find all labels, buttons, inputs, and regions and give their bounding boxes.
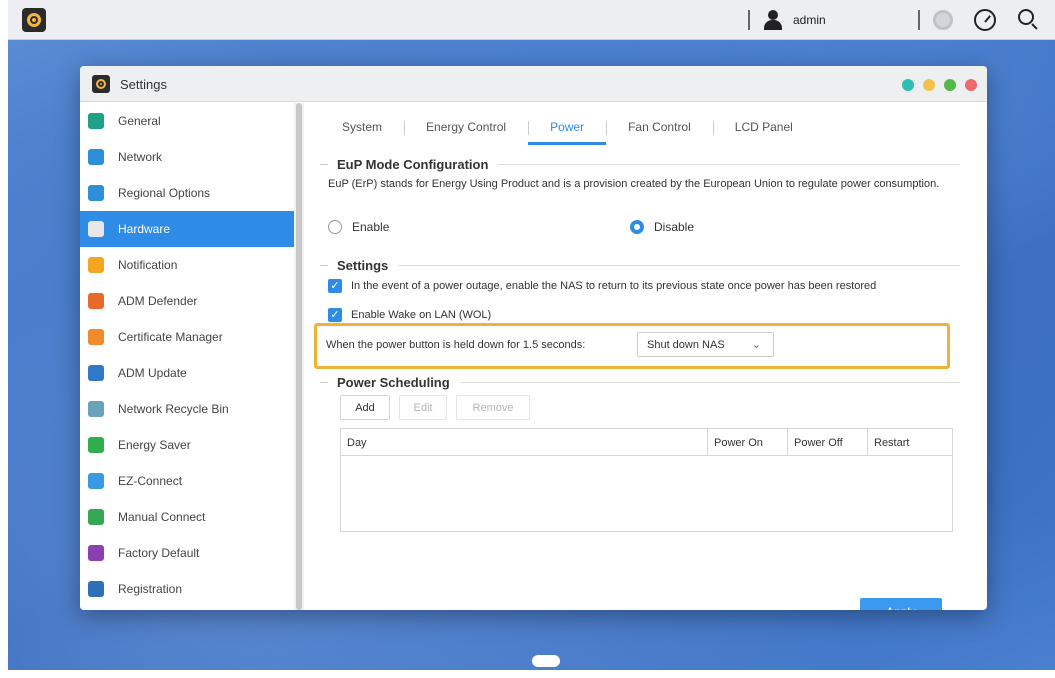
sidebar: General Network Regional Options Hardware No… — [80, 103, 294, 610]
window-dot-close[interactable] — [965, 79, 977, 91]
globe-icon — [88, 149, 104, 165]
sidebar-item-label: EZ-Connect — [118, 474, 183, 488]
search-icon[interactable] — [1018, 9, 1034, 25]
tab-lcd-panel[interactable]: LCD Panel — [712, 115, 815, 145]
start-menu-button[interactable] — [22, 8, 46, 32]
manual-connect-icon — [88, 509, 104, 525]
cloud-icon — [88, 473, 104, 489]
settings-app-icon — [92, 75, 110, 93]
sidebar-item-regional-options[interactable]: Regional Options — [80, 175, 294, 211]
window-dot-teal[interactable] — [902, 79, 914, 91]
sidebar-item-label: General — [118, 114, 161, 128]
sidebar-item-hardware[interactable]: Hardware — [80, 211, 294, 247]
sidebar-item-label: Certificate Manager — [118, 330, 223, 344]
window-dot-minimize[interactable] — [923, 79, 935, 91]
sidebar-item-certificate-manager[interactable]: Certificate Manager — [80, 319, 294, 355]
tab-fan-control[interactable]: Fan Control — [606, 115, 713, 145]
schedule-table: Day Power On Power Off Restart — [340, 428, 953, 532]
power-panel: System Energy Control Power Fan Control LCD … — [306, 103, 987, 610]
settings-window: Settings General Network Regional Options H… — [80, 66, 987, 610]
dashboard-icon[interactable] — [974, 9, 996, 31]
certificate-icon — [88, 329, 104, 345]
window-title: Settings — [120, 77, 167, 92]
energy-saver-icon — [88, 437, 104, 453]
power-button-label: When the power button is held down for 1… — [326, 339, 586, 351]
checkbox-checked-icon: ✓ — [328, 308, 342, 322]
sidebar-item-registration[interactable]: Registration — [80, 571, 294, 607]
registration-icon — [88, 581, 104, 597]
sidebar-item-label: Manual Connect — [118, 510, 206, 524]
sidebar-item-label: Energy Saver — [118, 438, 191, 452]
sidebar-item-label: Network — [118, 150, 163, 164]
sidebar-item-notification[interactable]: Notification — [80, 247, 294, 283]
regional-icon — [88, 185, 104, 201]
settings-section-heading: Settings — [320, 258, 960, 273]
update-icon — [88, 365, 104, 381]
notification-icon[interactable] — [933, 10, 953, 30]
sidebar-item-factory-default[interactable]: Factory Default — [80, 535, 294, 571]
user-name[interactable]: admin — [793, 13, 826, 27]
hardware-icon — [88, 221, 104, 237]
sidebar-item-label: Registration — [118, 582, 183, 596]
power-button-action-value: Shut down NAS — [647, 338, 725, 351]
power-button-action-select[interactable]: Shut down NAS ⌄ — [637, 332, 774, 357]
table-header: Day Power On Power Off Restart — [341, 429, 952, 456]
divider — [748, 10, 750, 30]
radio-unchecked-icon — [328, 220, 342, 234]
eup-section-heading: EuP Mode Configuration — [320, 157, 960, 172]
tab-energy-control[interactable]: Energy Control — [404, 115, 528, 145]
sidebar-scroll-thumb[interactable] — [296, 103, 302, 610]
tab-system[interactable]: System — [320, 115, 404, 145]
column-day[interactable]: Day — [341, 429, 707, 456]
eup-disable-radio[interactable]: Disable — [630, 220, 694, 234]
chevron-down-icon: ⌄ — [751, 339, 761, 351]
defender-icon — [88, 293, 104, 309]
tab-power[interactable]: Power — [528, 115, 607, 145]
sidebar-item-energy-saver[interactable]: Energy Saver — [80, 427, 294, 463]
sidebar-item-general[interactable]: General — [80, 103, 294, 139]
remove-button[interactable]: Remove — [456, 395, 530, 420]
sidebar-item-network[interactable]: Network — [80, 139, 294, 175]
dock-handle[interactable] — [532, 655, 560, 667]
notification-icon — [88, 257, 104, 273]
edit-button[interactable]: Edit — [399, 395, 447, 420]
sidebar-item-label: ADM Defender — [118, 294, 198, 308]
user-icon[interactable] — [763, 10, 783, 30]
apply-button[interactable]: Apply — [860, 598, 942, 610]
add-button[interactable]: Add — [340, 395, 390, 420]
wake-on-lan-checkbox[interactable]: ✓ Enable Wake on LAN (WOL) — [328, 308, 491, 322]
sidebar-item-label: Network Recycle Bin — [118, 402, 229, 416]
top-bar: admin — [8, 0, 1055, 40]
sidebar-item-label: Notification — [118, 258, 178, 272]
title-bar[interactable]: Settings — [80, 66, 987, 102]
divider — [918, 10, 920, 30]
column-restart[interactable]: Restart — [867, 429, 952, 456]
sidebar-item-adm-defender[interactable]: ADM Defender — [80, 283, 294, 319]
scheduling-section-heading: Power Scheduling — [320, 375, 960, 390]
tab-bar: System Energy Control Power Fan Control LCD … — [320, 115, 815, 145]
radio-checked-icon — [630, 220, 644, 234]
sidebar-item-label: Factory Default — [118, 546, 200, 560]
sidebar-item-manual-connect[interactable]: Manual Connect — [80, 499, 294, 535]
column-power-off[interactable]: Power Off — [787, 429, 867, 456]
general-icon — [88, 113, 104, 129]
adm-logo-icon — [27, 13, 41, 27]
column-power-on[interactable]: Power On — [707, 429, 787, 456]
eup-description: EuP (ErP) stands for Energy Using Produc… — [328, 178, 940, 190]
power-restore-checkbox[interactable]: ✓ In the event of a power outage, enable … — [328, 279, 876, 293]
factory-default-icon — [88, 545, 104, 561]
checkbox-checked-icon: ✓ — [328, 279, 342, 293]
sidebar-item-ez-connect[interactable]: EZ-Connect — [80, 463, 294, 499]
sidebar-item-label: ADM Update — [118, 366, 187, 380]
sidebar-item-label: Hardware — [118, 222, 171, 236]
sidebar-item-network-recycle-bin[interactable]: Network Recycle Bin — [80, 391, 294, 427]
sidebar-item-adm-update[interactable]: ADM Update — [80, 355, 294, 391]
sidebar-item-label: Regional Options — [118, 186, 211, 200]
eup-enable-radio[interactable]: Enable — [328, 220, 389, 234]
recycle-bin-icon — [88, 401, 104, 417]
window-dot-maximize[interactable] — [944, 79, 956, 91]
